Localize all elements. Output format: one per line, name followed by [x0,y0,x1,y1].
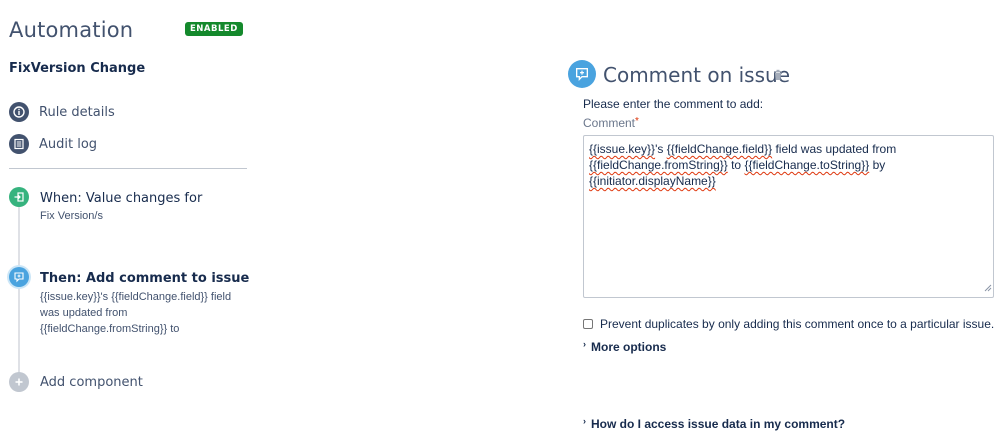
comment-text-part: to [727,158,745,172]
prevent-duplicates-checkbox[interactable] [583,319,593,329]
action-step-preview-line-2: was updated from [40,307,128,319]
chevron-right-icon: › [583,339,586,349]
prevent-duplicates-row: Prevent duplicates by only adding this c… [583,317,994,331]
nav-audit-log[interactable]: Audit log [9,133,97,155]
comment-text-part: {{fieldChange.field}} [666,142,773,156]
prevent-duplicates-label[interactable]: Prevent duplicates by only adding this c… [600,317,994,331]
comment-text-part: 's [655,142,667,156]
action-step-preview-line-3: {{fieldChange.fromString}} to [40,323,180,335]
comment-text-part: field was updated from [772,142,897,156]
help-toggle[interactable]: › How do I access issue data in my comme… [583,416,846,431]
trigger-step-field: Fix Version/s [40,210,103,222]
nav-rule-details[interactable]: Rule details [9,101,115,123]
component-timeline [18,200,20,378]
info-icon [9,102,29,122]
comment-text-part: {{issue.key}} [589,142,656,156]
comment-text-part: {{fieldChange.fromString}} [589,158,728,172]
divider [9,168,247,169]
rule-sidebar: Automation ENABLED FixVersion Change Rul… [0,0,260,442]
chevron-right-icon: › [583,416,586,426]
nav-rule-details-label: Rule details [39,104,115,120]
rule-name: FixVersion Change [9,61,146,76]
document-list-icon [9,134,29,154]
comment-field-label: Comment* [583,116,639,130]
comment-field-label-text: Comment [583,116,636,130]
trigger-step-title[interactable]: When: Value changes for [40,191,202,206]
action-step-preview-line-1: {{issue.key}}'s {{fieldChange.field}} fi… [40,291,232,303]
required-marker: * [635,116,639,127]
help-label: How do I access issue data in my comment… [591,417,846,431]
plus-icon[interactable] [9,372,29,392]
status-badge: ENABLED [185,22,243,36]
comment-textarea[interactable]: {{issue.key}}'s {{fieldChange.field}} fi… [583,135,994,298]
more-options-toggle[interactable]: › More options [583,339,667,354]
comment-text-part: by [869,158,886,172]
component-config-panel: Comment on issue Please enter the commen… [560,0,999,442]
more-options-label: More options [591,340,667,354]
comment-text-part: {{initiator.displayName}} [589,174,716,188]
comment-action-icon-large [568,60,596,88]
trigger-icon[interactable] [9,187,29,207]
resize-handle-icon[interactable] [984,280,992,296]
action-step-title[interactable]: Then: Add comment to issue [40,271,249,286]
add-component-button[interactable]: Add component [40,375,143,390]
page-title: Automation [9,18,134,42]
comment-prompt: Please enter the comment to add: [583,97,764,111]
nav-audit-log-label: Audit log [39,136,98,152]
comment-action-icon[interactable] [9,267,29,287]
comment-text-part: {{fieldChange.toString}} [744,158,870,172]
panel-title: Comment on issue [603,63,790,87]
trash-icon[interactable] [773,68,783,86]
